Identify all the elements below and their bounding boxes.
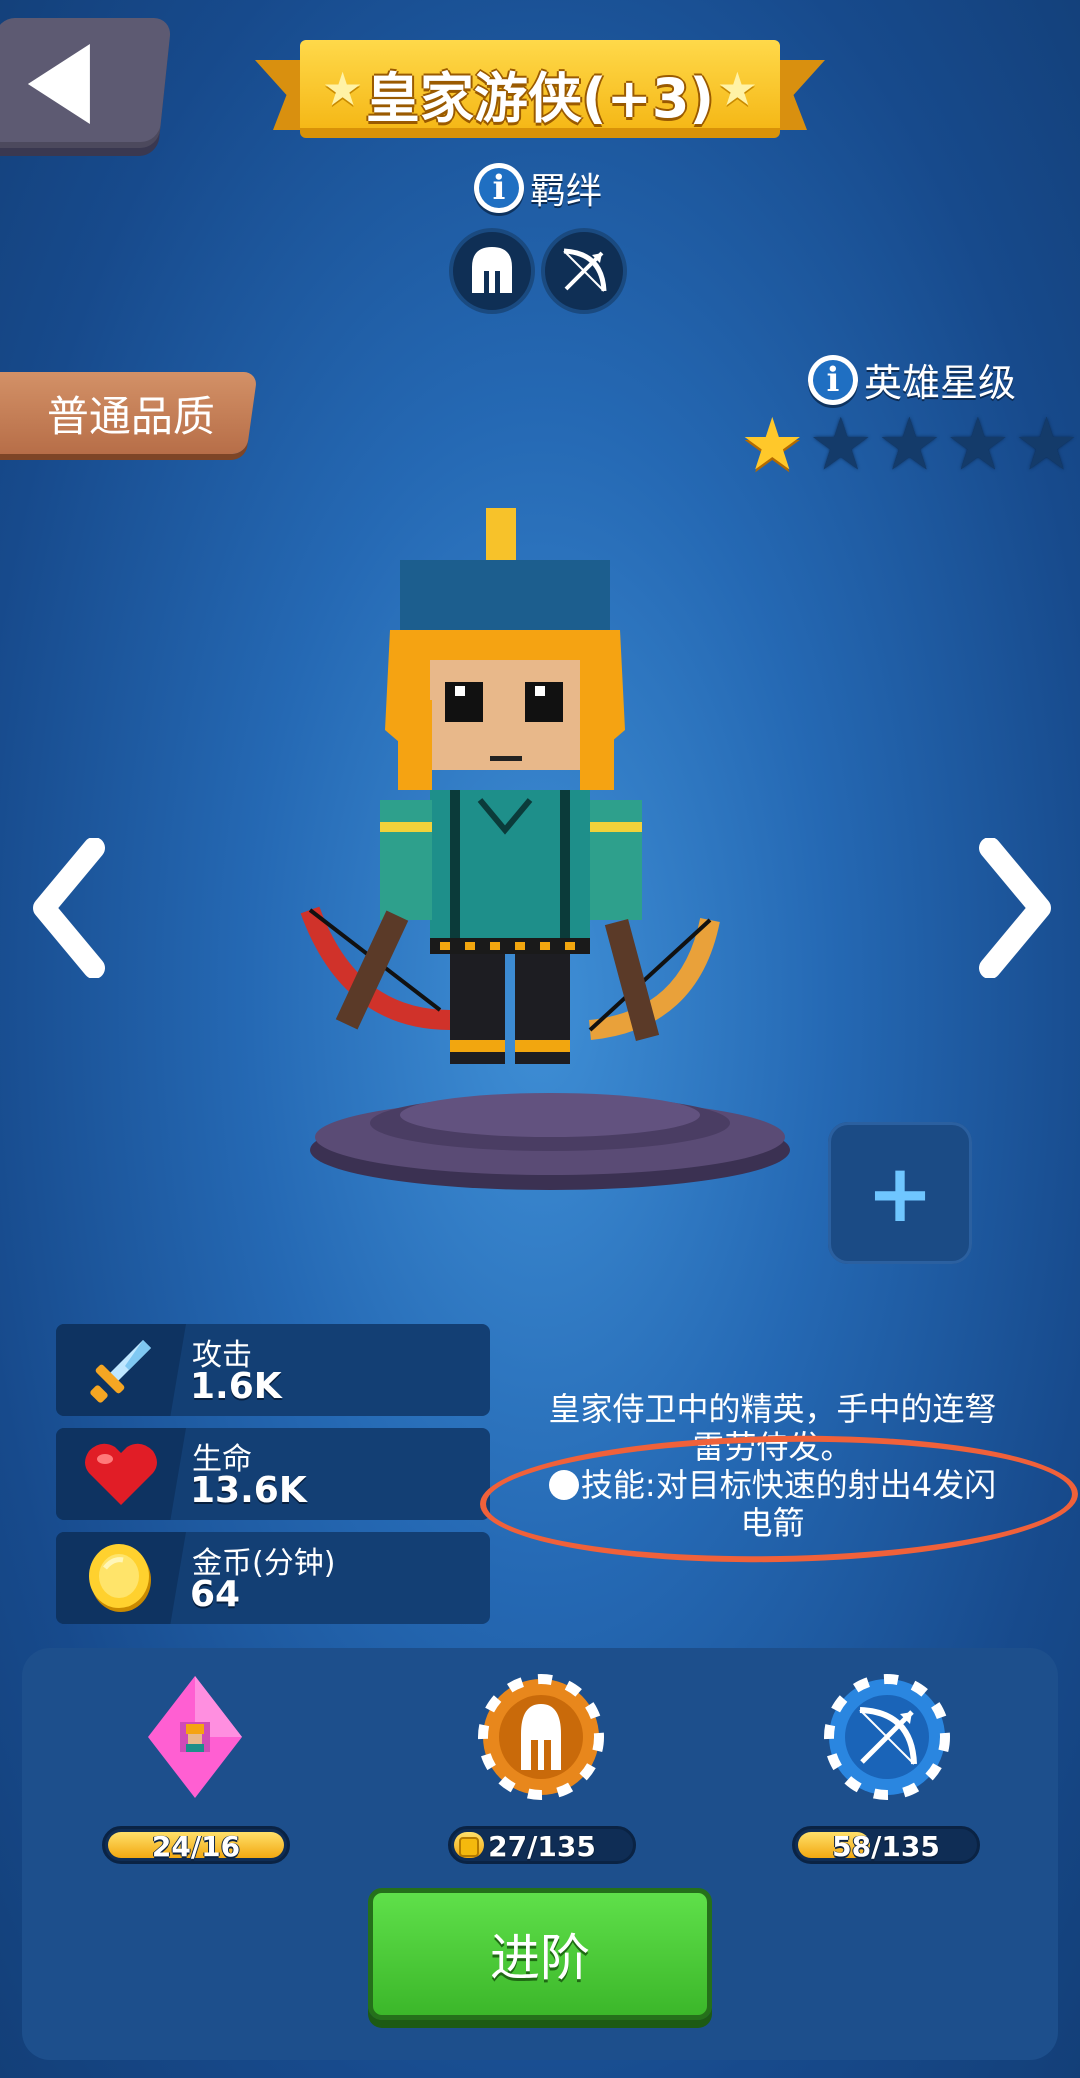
hero-card-icon[interactable] [130, 1672, 260, 1802]
quality-badge: 普通品质 [0, 372, 258, 454]
hero-name: 皇家游侠(+3) [365, 67, 715, 130]
progress-text: 27/135 [488, 1830, 596, 1863]
stat-value: 1.6K [190, 1366, 282, 1407]
description-text: 皇家侍卫中的精英，手中的连弩 [548, 1390, 997, 1428]
star-empty-icon: ★ [877, 402, 942, 486]
stat-attack: 攻击 1.6K [56, 1324, 490, 1416]
bow-icon[interactable] [541, 228, 627, 314]
previous-hero-arrow-icon[interactable] [24, 838, 114, 978]
back-arrow-icon [27, 44, 90, 124]
stat-health: 生命 13.6K [56, 1428, 490, 1520]
sword-icon [56, 1324, 186, 1416]
bow-token-icon[interactable] [822, 1672, 952, 1802]
bond-info[interactable]: i 羁绊 [474, 162, 602, 214]
hero-star-info[interactable]: i 英雄星级 [808, 352, 1016, 407]
star-empty-icon: ★ [945, 402, 1011, 486]
back-button[interactable] [0, 18, 172, 148]
quality-label: 普通品质 [46, 391, 215, 441]
info-icon[interactable]: i [808, 354, 858, 405]
plus-icon: + [866, 1146, 934, 1240]
star-rating: ★ ★ ★ ★ ★ [740, 408, 1079, 480]
progress-text: 58/135 [832, 1830, 940, 1863]
star-filled-icon: ★ [740, 402, 805, 486]
gold-coin-icon [56, 1532, 186, 1624]
bow-token-progress: 58/135 [792, 1826, 980, 1864]
star-empty-icon: ★ [808, 402, 874, 486]
star-empty-icon: ★ [1014, 402, 1079, 486]
helmet-icon[interactable] [449, 228, 535, 314]
next-hero-arrow-icon[interactable] [970, 838, 1060, 978]
stat-gold-per-minute: 金币(分钟) 64 [56, 1532, 490, 1624]
add-button[interactable]: + [828, 1122, 972, 1264]
title-banner: ★ ★ 皇家游侠(+3) [255, 40, 825, 148]
stat-value: 64 [190, 1574, 241, 1615]
hero-card-progress: 24/16 [102, 1826, 290, 1864]
hero-character [300, 508, 720, 1064]
hero-star-label: 英雄星级 [864, 361, 1017, 405]
stat-value: 13.6K [190, 1470, 307, 1511]
advance-button[interactable]: 进阶 [368, 1888, 712, 2020]
info-icon[interactable]: i [474, 163, 524, 213]
helmet-token-icon[interactable] [476, 1672, 606, 1802]
helmet-token-progress: 27/135 [448, 1826, 636, 1864]
progress-text: 24/16 [151, 1830, 241, 1863]
heart-icon [56, 1428, 186, 1520]
advance-button-label: 进阶 [490, 1929, 590, 1987]
bond-label: 羁绊 [530, 171, 603, 212]
